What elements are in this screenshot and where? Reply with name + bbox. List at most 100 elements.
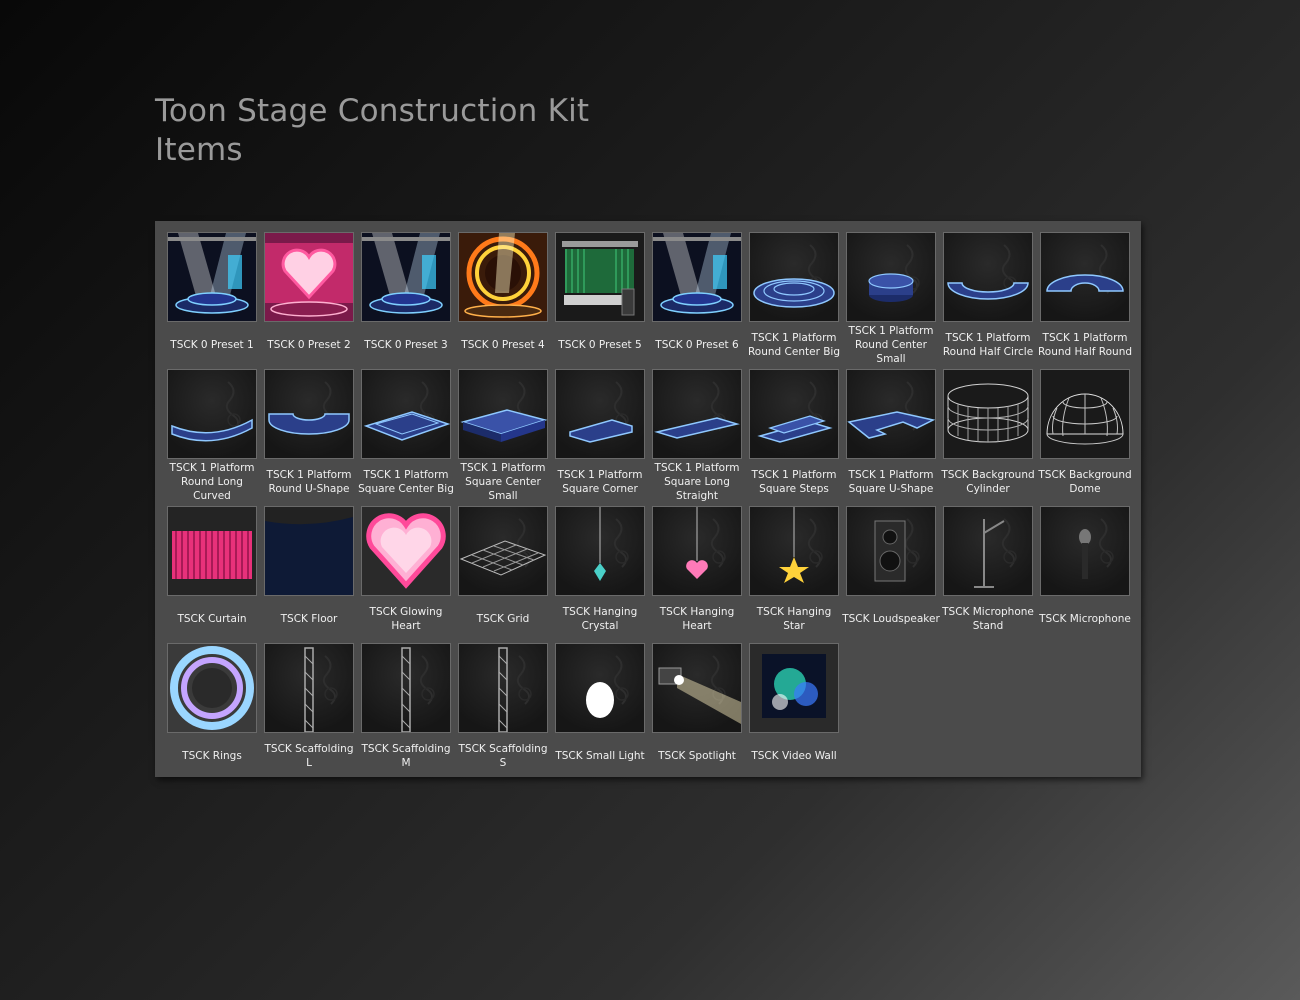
grid-item[interactable]: TSCK 1 Platform Round Center Small — [844, 231, 941, 368]
grid-item[interactable]: TSCK 1 Platform Round Half Circle — [941, 231, 1038, 368]
light-icon[interactable] — [555, 643, 645, 733]
grid-item[interactable]: TSCK 0 Preset 1 — [165, 231, 262, 368]
grid-item[interactable]: TSCK Background Dome — [1038, 368, 1135, 505]
item-label: TSCK Glowing Heart — [369, 606, 443, 632]
grid-item[interactable]: TSCK 0 Preset 2 — [262, 231, 359, 368]
item-label: TSCK 1 Platform Round Center Big — [747, 332, 841, 358]
grid-item[interactable]: TSCK Loudspeaker — [842, 505, 941, 642]
item-label: TSCK 1 Platform Square Corner — [557, 469, 643, 495]
grid-item[interactable]: TSCK Grid — [456, 505, 553, 642]
grid-item[interactable]: TSCK 1 Platform Square Long Straight — [650, 368, 747, 505]
item-label: TSCK 1 Platform Round Center Small — [848, 325, 934, 365]
grid-item[interactable]: TSCK Microphone — [1038, 505, 1135, 642]
grid-item[interactable]: TSCK Scaffolding S — [456, 642, 553, 779]
square-platform-icon[interactable] — [361, 369, 451, 459]
straight-platform-icon[interactable] — [652, 369, 742, 459]
page-title-line-2: Items — [155, 132, 243, 168]
grid-item[interactable]: TSCK 1 Platform Square U-Shape — [844, 368, 941, 505]
speaker-icon[interactable] — [846, 506, 936, 596]
page-title-line-1: Toon Stage Construction Kit — [155, 93, 590, 129]
grid-item[interactable]: TSCK 1 Platform Round Half Round — [1038, 231, 1135, 368]
floor-icon[interactable] — [264, 506, 354, 596]
mic-stand-icon[interactable] — [943, 506, 1033, 596]
items-grid: TSCK 0 Preset 1 TSCK 0 Preset 2 TSCK 0 Pre… — [165, 231, 1135, 779]
corner-platform-icon[interactable] — [555, 369, 645, 459]
grid-item[interactable]: TSCK 1 Platform Square Corner — [553, 368, 650, 505]
item-label: TSCK 1 Platform Round Half Round — [1037, 332, 1133, 358]
item-label: TSCK 0 Preset 3 — [364, 339, 448, 351]
grid-item[interactable]: TSCK Spotlight — [650, 642, 747, 779]
item-label: TSCK Small Light — [555, 750, 645, 762]
video-wall-icon[interactable] — [749, 643, 839, 733]
item-label: TSCK 0 Preset 5 — [558, 339, 642, 351]
item-label: TSCK Hanging Crystal — [562, 606, 638, 632]
item-label: TSCK Rings — [182, 750, 242, 762]
grid-item[interactable]: TSCK Hanging Star — [747, 505, 844, 642]
page-title: Toon Stage Construction Kit Items — [155, 92, 715, 170]
item-label: TSCK 0 Preset 1 — [170, 339, 254, 351]
item-label: TSCK 0 Preset 6 — [655, 339, 739, 351]
item-label: TSCK Microphone — [1039, 613, 1131, 625]
grid-item[interactable]: TSCK Hanging Crystal — [553, 505, 650, 642]
grid-item[interactable]: TSCK 0 Preset 4 — [456, 231, 553, 368]
item-label: TSCK Scaffolding S — [458, 743, 548, 769]
grid-item[interactable]: TSCK 1 Platform Square Center Small — [456, 368, 553, 505]
items-panel: TSCK 0 Preset 1 TSCK 0 Preset 2 TSCK 0 Pre… — [155, 221, 1141, 777]
grid-item[interactable]: TSCK 0 Preset 3 — [359, 231, 456, 368]
item-label: TSCK Microphone Stand — [942, 606, 1034, 632]
half-circle-platform-icon[interactable] — [943, 232, 1033, 322]
u-shape-square-platform-icon[interactable] — [846, 369, 936, 459]
steps-platform-icon[interactable] — [749, 369, 839, 459]
grid-item[interactable]: TSCK Small Light — [553, 642, 650, 779]
item-label: TSCK 1 Platform Square Center Big — [358, 469, 454, 495]
heart-icon[interactable] — [361, 506, 451, 596]
grid-item[interactable]: TSCK 1 Platform Round Long Curved — [165, 368, 262, 505]
dome-icon[interactable] — [1040, 369, 1130, 459]
scaffolding-icon[interactable] — [458, 643, 548, 733]
grid-item[interactable]: TSCK Curtain — [165, 505, 262, 642]
scaffolding-icon[interactable] — [264, 643, 354, 733]
stage-preset-icon[interactable] — [652, 232, 742, 322]
grid-icon[interactable] — [458, 506, 548, 596]
grid-item[interactable]: TSCK 1 Platform Square Center Big — [358, 368, 456, 505]
round-platform-small-icon[interactable] — [846, 232, 936, 322]
cylinder-icon[interactable] — [943, 369, 1033, 459]
item-label: TSCK 1 Platform Round U-Shape — [266, 469, 352, 495]
grid-item[interactable]: TSCK Floor — [262, 505, 359, 642]
grid-item[interactable]: TSCK Rings — [165, 642, 262, 779]
grid-item[interactable]: TSCK Video Wall — [747, 642, 844, 779]
grid-item[interactable]: TSCK Scaffolding L — [262, 642, 359, 779]
stage-preset-icon[interactable] — [361, 232, 451, 322]
grid-item[interactable]: TSCK Glowing Heart — [359, 505, 456, 642]
curtain-stage-preset-icon[interactable] — [555, 232, 645, 322]
curved-platform-icon[interactable] — [167, 369, 257, 459]
grid-item[interactable]: TSCK 0 Preset 5 — [553, 231, 650, 368]
ring-stage-preset-icon[interactable] — [458, 232, 548, 322]
square-platform-small-icon[interactable] — [458, 369, 548, 459]
grid-item[interactable]: TSCK 1 Platform Round U-Shape — [262, 368, 359, 505]
crystal-icon[interactable] — [555, 506, 645, 596]
star-icon[interactable] — [749, 506, 839, 596]
grid-item[interactable]: TSCK 1 Platform Round Center Big — [747, 231, 844, 368]
round-platform-icon[interactable] — [749, 232, 839, 322]
grid-item[interactable]: TSCK 1 Platform Square Steps — [747, 368, 844, 505]
grid-item[interactable]: TSCK Background Cylinder — [941, 368, 1038, 505]
grid-item[interactable]: TSCK Hanging Heart — [650, 505, 747, 642]
heart-stage-preset-icon[interactable] — [264, 232, 354, 322]
curtain-icon[interactable] — [167, 506, 257, 596]
grid-item[interactable]: TSCK Scaffolding M — [359, 642, 456, 779]
stage-preset-icon[interactable] — [167, 232, 257, 322]
item-label: TSCK Video Wall — [751, 750, 837, 762]
rings-icon[interactable] — [167, 643, 257, 733]
grid-item[interactable]: TSCK Microphone Stand — [941, 505, 1038, 642]
item-label: TSCK 0 Preset 4 — [461, 339, 545, 351]
item-label: TSCK Background Cylinder — [941, 469, 1035, 495]
half-round-platform-icon[interactable] — [1040, 232, 1130, 322]
spotlight-icon[interactable] — [652, 643, 742, 733]
scaffolding-icon[interactable] — [361, 643, 451, 733]
microphone-icon[interactable] — [1040, 506, 1130, 596]
grid-item[interactable]: TSCK 0 Preset 6 — [650, 231, 747, 368]
item-label: TSCK 1 Platform Square Long Straight — [654, 462, 740, 502]
hanging-heart-icon[interactable] — [652, 506, 742, 596]
u-shape-round-platform-icon[interactable] — [264, 369, 354, 459]
